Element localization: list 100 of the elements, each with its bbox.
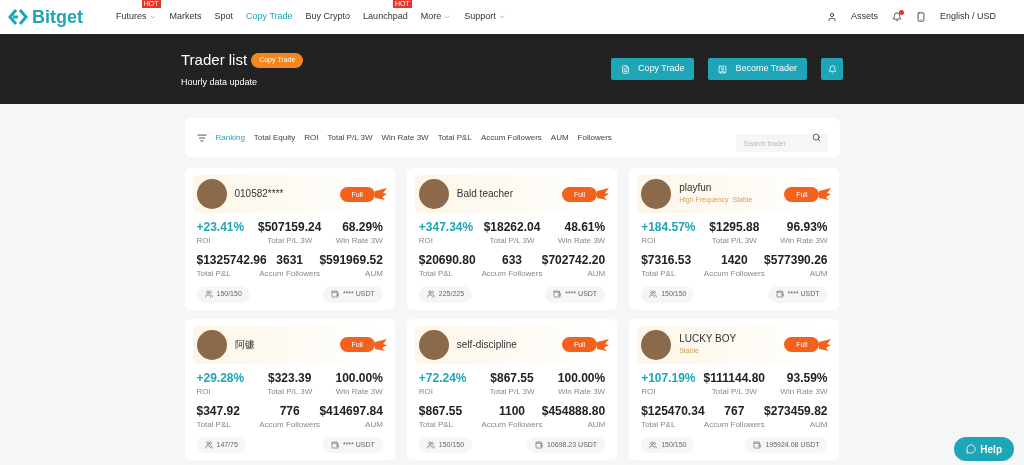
stat-label: Win Rate 3W	[335, 235, 383, 247]
stat-value: $867.55	[490, 369, 534, 386]
avatar-placeholder	[641, 179, 672, 209]
stat-label: Total P&L	[418, 418, 454, 431]
logo-icon	[8, 9, 28, 25]
search-icon	[811, 132, 821, 142]
stat-value: $507159.24	[257, 219, 322, 235]
stat-value: $414697.84	[319, 402, 383, 419]
trader-name: playfun	[679, 182, 713, 194]
stat-value: 3631	[276, 252, 303, 268]
stat-label: Total P/L 3W	[489, 235, 535, 247]
flame-icon	[374, 338, 387, 351]
stat-label: Win Rate 3W	[558, 235, 606, 247]
bell-button[interactable]	[821, 58, 843, 80]
wallet-icon	[534, 440, 543, 449]
stat-value: 96.93%	[786, 219, 828, 235]
page-title: Trader list	[181, 50, 248, 70]
nav-link[interactable]: Markets	[169, 10, 202, 24]
stat-value: $18262.04	[483, 219, 541, 235]
trader-name: LUCKY BOY	[679, 332, 738, 345]
stat-label: Total P/L 3W	[489, 385, 535, 398]
stat-value: $125470.34	[641, 402, 705, 419]
stat-label: ROI	[196, 385, 211, 398]
stat-label: Accum Followers	[481, 418, 543, 431]
stat-label: Accum Followers	[259, 268, 321, 280]
people-icon	[649, 290, 658, 299]
stat-value: +23.41%	[196, 219, 245, 235]
notification-button[interactable]	[891, 12, 902, 22]
sort-tab[interactable]: Total P&L	[437, 131, 472, 144]
trader-name: self-discipline	[456, 338, 518, 351]
stat-label: ROI	[641, 235, 656, 247]
profile-card-icon	[718, 64, 728, 74]
stat-label: Accum Followers	[259, 418, 321, 431]
stat-label: Total P&L	[641, 418, 676, 431]
stat-label: Win Rate 3W	[558, 385, 606, 398]
user-icon[interactable]	[826, 12, 837, 22]
wallet-icon	[775, 290, 784, 299]
stat-label: Accum Followers	[703, 418, 765, 431]
stat-label: AUM	[365, 418, 383, 431]
sort-tab[interactable]: Accum Followers	[480, 131, 542, 144]
stat-value: $577390.26	[764, 252, 828, 268]
nav-link[interactable]: Launchpad	[363, 10, 408, 24]
nav-link[interactable]: Futures	[116, 10, 147, 24]
people-icon	[649, 440, 658, 449]
chat-icon	[966, 444, 977, 454]
stat-value: 93.59%	[786, 369, 828, 386]
stat-label: ROI	[418, 235, 434, 247]
sort-tab[interactable]: ROI	[304, 131, 319, 144]
stat-value: $1325742.96	[196, 252, 267, 268]
nav-link[interactable]: Buy Crypto	[305, 10, 351, 24]
nav-link[interactable]: More	[420, 10, 442, 24]
stat-value: $867.55	[418, 402, 463, 419]
stat-label: Total P&L	[196, 418, 231, 431]
avatar-placeholder	[641, 329, 672, 360]
assets-link[interactable]: Assets	[850, 10, 878, 24]
stat-value: $347.92	[196, 402, 240, 419]
nav-link[interactable]: Spot	[214, 10, 234, 24]
stat-label: Win Rate 3W	[780, 385, 828, 398]
stat-label: Total P/L 3W	[711, 235, 757, 247]
flame-icon	[597, 188, 610, 200]
people-icon	[426, 290, 435, 299]
avatar-placeholder	[418, 329, 449, 360]
stat-label: AUM	[587, 418, 606, 431]
sort-tab[interactable]: Followers	[577, 131, 612, 144]
page-subtitle: Hourly data update	[181, 75, 259, 89]
stat-label: Total P&L	[418, 268, 454, 280]
stat-value: 1420	[720, 252, 748, 268]
stat-value: +347.34%	[418, 219, 474, 235]
phone-icon[interactable]	[915, 12, 926, 22]
stat-label: AUM	[365, 268, 383, 280]
stat-label: Total P&L	[641, 268, 676, 280]
stat-value: +107.19%	[641, 369, 696, 386]
nav-link[interactable]: Support	[464, 10, 496, 24]
sort-tab[interactable]: Total Equity	[253, 131, 296, 144]
stat-value: $454888.80	[541, 402, 606, 419]
stat-value: 1100	[498, 402, 525, 419]
flame-icon	[374, 188, 387, 200]
avatar-placeholder	[418, 179, 449, 209]
stat-value: $20690.80	[418, 252, 476, 268]
stat-value: 633	[501, 252, 522, 268]
trader-name: 阿镰	[234, 338, 256, 351]
sort-tab[interactable]: AUM	[550, 131, 569, 144]
stat-value: 100.00%	[557, 369, 606, 386]
stat-label: Total P/L 3W	[267, 385, 313, 398]
filter-icon[interactable]	[196, 132, 207, 143]
stat-value: $702742.20	[541, 252, 606, 268]
people-icon	[204, 440, 213, 449]
stat-value: +72.24%	[418, 369, 467, 386]
sort-tab[interactable]: Total P/L 3W	[327, 131, 373, 144]
sort-tab[interactable]: Win Rate 3W	[381, 131, 429, 144]
wallet-icon	[330, 290, 339, 299]
stat-label: AUM	[587, 268, 606, 280]
stat-value: $7316.53	[641, 252, 692, 268]
trader-name: 010582****	[234, 188, 285, 200]
flame-icon	[819, 188, 832, 200]
avatar-placeholder	[196, 329, 227, 360]
stat-value: $111144.80	[703, 369, 766, 386]
stat-value: 776	[279, 402, 300, 419]
stat-label: Accum Followers	[481, 268, 543, 280]
language-selector[interactable]: English / USD	[939, 10, 996, 24]
